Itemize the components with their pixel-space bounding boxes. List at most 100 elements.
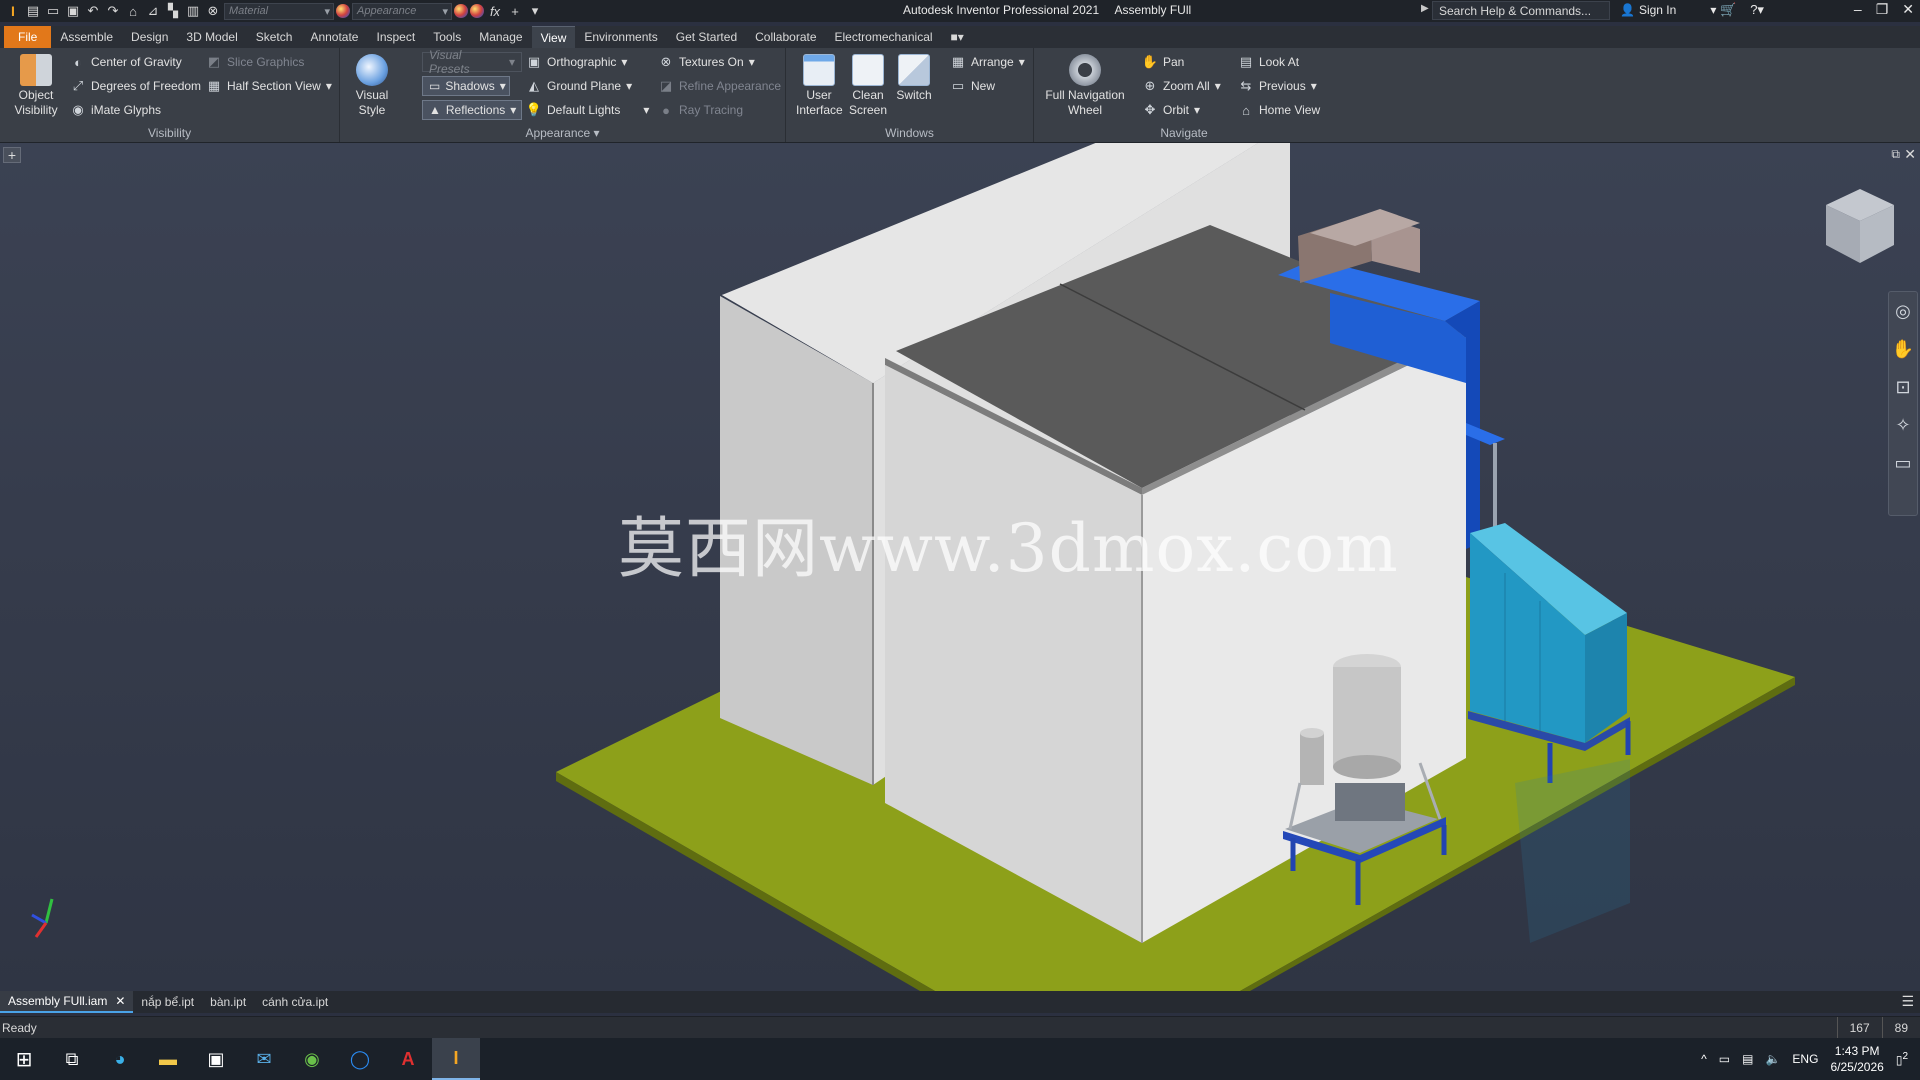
doc-tab-assembly-full[interactable]: Assembly FUll.iam ✕ [0, 991, 134, 1013]
shadows-toggle[interactable]: ▭ Shadows ▾ [422, 76, 510, 96]
pan-hand-nav-icon[interactable]: ✋ [1889, 330, 1917, 368]
ground-plane-chevron-icon[interactable]: ▾ [626, 79, 632, 93]
tab-overflow-button[interactable]: ■▾ [942, 26, 973, 48]
default-lights-button[interactable]: 💡 Default Lights ▾ [526, 102, 650, 118]
tab-environments[interactable]: Environments [575, 26, 666, 48]
inventor-logo-icon[interactable]: I [4, 2, 22, 20]
clear-appearance-icon[interactable] [470, 4, 484, 18]
material-dropdown[interactable]: Material [224, 2, 334, 20]
add-icon[interactable]: + [506, 2, 524, 20]
cart-icon[interactable]: 🛒 [1720, 2, 1736, 18]
previous-view-button[interactable]: ⇆ Previous ▾ [1238, 78, 1317, 94]
arrange-chevron-icon[interactable]: ▾ [1019, 55, 1025, 69]
orbit-chevron-icon[interactable]: ▾ [1194, 103, 1200, 117]
parameters-fx-icon[interactable]: fx [486, 2, 504, 20]
language-indicator[interactable]: ENG [1792, 1052, 1818, 1066]
half-section-view-button[interactable]: ▦ Half Section View ▾ [206, 78, 332, 94]
inventor-taskbar-icon[interactable]: I [432, 1038, 480, 1080]
camera-icon[interactable]: ▭ [1719, 1052, 1730, 1066]
new-file-icon[interactable]: ▤ [24, 2, 42, 20]
graphics-viewport[interactable]: 莫西网www.3dmox.com + ⧉ ✕ ◎ ✋ ⊡ ✧ ▭ [0, 143, 1920, 991]
tab-3d-model[interactable]: 3D Model [177, 26, 246, 48]
orbit-button[interactable]: ✥ Orbit ▾ [1142, 102, 1201, 118]
full-navigation-wheel-button[interactable]: Full Navigation Wheel [1042, 54, 1128, 118]
clean-screen-button[interactable]: Clean Screen [846, 54, 890, 118]
appearance-dropdown[interactable]: Appearance [352, 2, 452, 20]
viewport-close-icon[interactable]: ✕ [1904, 146, 1916, 163]
tab-sketch[interactable]: Sketch [247, 26, 302, 48]
visual-presets-dropdown[interactable]: Visual Presets ▾ [422, 48, 522, 76]
tab-electromechanical[interactable]: Electromechanical [826, 26, 942, 48]
doc-tab-close-icon[interactable]: ✕ [115, 994, 125, 1008]
home-view-button[interactable]: ⌂ Home View [1238, 102, 1320, 118]
app-green-icon[interactable]: ◉ [288, 1038, 336, 1080]
undo-icon[interactable]: ↶ [84, 2, 102, 20]
file-explorer-icon[interactable]: ▬ [144, 1038, 192, 1080]
mail-icon[interactable]: ✉ [240, 1038, 288, 1080]
help-icon[interactable]: ?▾ [1750, 2, 1764, 18]
doc-tab-canh-cua[interactable]: cánh cửa.ipt [254, 991, 336, 1013]
save-icon[interactable]: ▣ [64, 2, 82, 20]
doc-tab-nap-be[interactable]: nắp bể.ipt [133, 991, 202, 1013]
look-at-nav-icon[interactable]: ▭ [1889, 444, 1917, 482]
ground-plane-button[interactable]: ◭ Ground Plane ▾ [526, 78, 632, 94]
tab-file[interactable]: File [4, 26, 52, 48]
degrees-of-freedom-button[interactable]: ⤢ Degrees of Freedom [70, 78, 201, 94]
clock[interactable]: 1:43 PM 6/25/2026 [1830, 1043, 1883, 1075]
tab-get-started[interactable]: Get Started [667, 26, 746, 48]
switch-button[interactable]: Switch [894, 54, 934, 103]
viewcube[interactable] [1822, 185, 1898, 269]
steering-wheel-icon[interactable]: ◎ [1889, 292, 1917, 330]
arrange-button[interactable]: ▦ Arrange ▾ [950, 54, 1025, 70]
zoom-nav-icon[interactable]: ⊡ [1889, 368, 1917, 406]
tray-expand-icon[interactable]: ^ [1701, 1052, 1707, 1066]
autocad-icon[interactable]: A [384, 1038, 432, 1080]
notification-icon[interactable]: ▯2 [1896, 1051, 1908, 1067]
zoom-all-chevron-icon[interactable]: ▾ [1215, 79, 1221, 93]
tab-annotate[interactable]: Annotate [301, 26, 367, 48]
network-icon[interactable]: ▤ [1742, 1052, 1753, 1066]
slice-graphics-button[interactable]: ◩ Slice Graphics [206, 54, 305, 70]
zoom-all-button[interactable]: ⊕ Zoom All ▾ [1142, 78, 1221, 94]
default-lights-chevron-icon[interactable]: ▾ [643, 103, 649, 117]
tab-assemble[interactable]: Assemble [51, 26, 122, 48]
update-icon[interactable]: ▥ [184, 2, 202, 20]
shadows-chevron-icon[interactable]: ▾ [500, 79, 506, 93]
refine-appearance-button[interactable]: ◪ Refine Appearance [658, 78, 781, 94]
previous-view-chevron-icon[interactable]: ▾ [1311, 79, 1317, 93]
restore-icon[interactable]: ❐ [1876, 1, 1889, 18]
half-section-dropdown-icon[interactable]: ▾ [326, 79, 332, 93]
home-icon[interactable]: ⌂ [124, 2, 142, 20]
open-folder-icon[interactable]: ▭ [44, 2, 62, 20]
select-icon[interactable]: ▚ [164, 2, 182, 20]
cancel-icon[interactable]: ⊗ [204, 2, 222, 20]
orthographic-chevron-icon[interactable]: ▾ [621, 55, 627, 69]
windows-start-icon[interactable]: ⊞ [0, 1038, 48, 1080]
orthographic-button[interactable]: ▣ Orthographic ▾ [526, 54, 628, 70]
tab-collaborate[interactable]: Collaborate [746, 26, 825, 48]
reflections-chevron-icon[interactable]: ▾ [510, 103, 516, 117]
search-input[interactable]: Search Help & Commands... [1432, 1, 1610, 20]
sign-in-button[interactable]: 👤 Sign In ▾ [1620, 3, 1716, 17]
center-of-gravity-button[interactable]: ◐ Center of Gravity [70, 54, 182, 70]
appearance-panel-title[interactable]: Appearance ▾ [340, 126, 785, 140]
new-window-button[interactable]: ▭ New [950, 78, 995, 94]
tab-manage[interactable]: Manage [470, 26, 531, 48]
reflections-toggle[interactable]: ▲ Reflections ▾ [422, 100, 522, 120]
document-menu-icon[interactable]: ☰ [1901, 993, 1914, 1010]
customize-dropdown-icon[interactable]: ▾ [526, 2, 544, 20]
user-interface-button[interactable]: User Interface [796, 54, 843, 118]
textures-chevron-icon[interactable]: ▾ [749, 55, 755, 69]
search-expand-icon[interactable]: ▶ [1421, 3, 1429, 14]
store-icon[interactable]: ▣ [192, 1038, 240, 1080]
tab-design[interactable]: Design [122, 26, 177, 48]
orbit-nav-icon[interactable]: ✧ [1889, 406, 1917, 444]
viewport-add-button[interactable]: + [3, 147, 21, 163]
look-at-button[interactable]: ▤ Look At [1238, 54, 1299, 70]
pan-button[interactable]: ✋ Pan [1142, 54, 1184, 70]
edge-browser-icon[interactable]: ◕ [96, 1038, 144, 1080]
measure-icon[interactable]: ⊿ [144, 2, 162, 20]
object-visibility-button[interactable]: Object Visibility [8, 54, 64, 118]
tab-tools[interactable]: Tools [424, 26, 470, 48]
task-view-icon[interactable]: ⧉ [48, 1038, 96, 1080]
